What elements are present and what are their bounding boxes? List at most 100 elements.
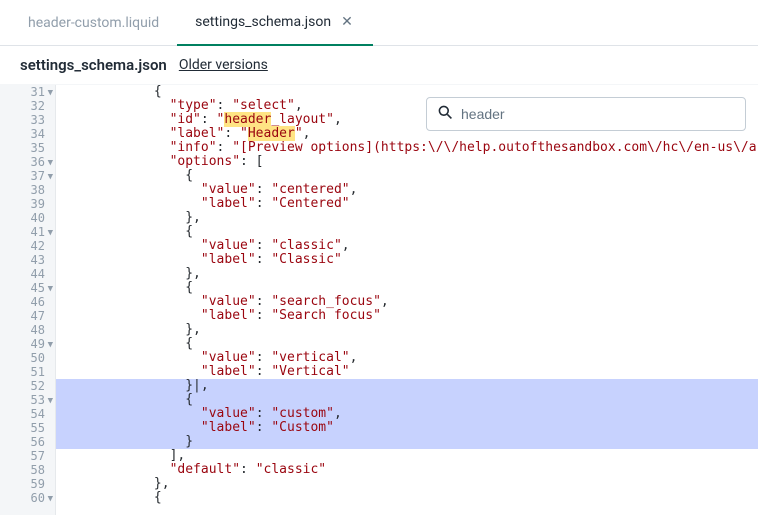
code-line[interactable]: "value": "centered", xyxy=(56,183,758,197)
gutter-line: 31▼ xyxy=(0,85,51,99)
older-versions-link[interactable]: Older versions xyxy=(179,57,268,73)
token: "id" xyxy=(170,112,201,127)
code-line[interactable]: { xyxy=(56,281,758,295)
code-line[interactable]: "value": "search_focus", xyxy=(56,295,758,309)
token: "classic" xyxy=(271,238,341,253)
token: "custom" xyxy=(271,406,334,421)
fold-marker-icon[interactable]: ▼ xyxy=(48,394,53,408)
token: : xyxy=(256,364,272,379)
token: "label" xyxy=(201,420,256,435)
token: { xyxy=(185,336,193,351)
code-line[interactable]: { xyxy=(56,491,758,505)
token: "search_focus" xyxy=(271,294,381,309)
fold-marker-icon[interactable]: ▼ xyxy=(48,86,53,100)
token: { xyxy=(154,85,162,99)
token: { xyxy=(185,392,193,407)
gutter-line: 38 xyxy=(0,183,51,197)
token: _layout" xyxy=(271,112,334,127)
search-input[interactable] xyxy=(461,106,735,122)
code-line[interactable]: }, xyxy=(56,477,758,491)
token: "value" xyxy=(201,406,256,421)
fold-marker-icon[interactable]: ▼ xyxy=(48,282,53,296)
token: }|, xyxy=(185,378,208,393)
editor-wrap: 31▼3233343536▼37▼38394041▼42434445▼46474… xyxy=(0,85,758,515)
token: { xyxy=(185,168,193,183)
token: "label" xyxy=(170,126,225,141)
gutter: 31▼3233343536▼37▼38394041▼42434445▼46474… xyxy=(0,85,56,515)
token: , xyxy=(350,182,358,197)
token: }, xyxy=(185,210,201,225)
close-icon[interactable]: ✕ xyxy=(339,14,355,30)
code-line[interactable]: "label": "Centered" xyxy=(56,197,758,211)
code-line[interactable]: "label": "Classic" xyxy=(56,253,758,267)
code-line[interactable]: "label": "Custom" xyxy=(56,421,758,435)
token: , xyxy=(342,238,350,253)
gutter-line: 43 xyxy=(0,253,51,267)
token: "label" xyxy=(201,364,256,379)
fold-marker-icon[interactable]: ▼ xyxy=(48,170,53,184)
token: : xyxy=(256,196,272,211)
token: "vertical" xyxy=(271,350,349,365)
code-line[interactable]: }, xyxy=(56,323,758,337)
token: , xyxy=(381,294,389,309)
code-line[interactable]: "value": "classic", xyxy=(56,239,758,253)
gutter-line: 51 xyxy=(0,365,51,379)
code-line[interactable]: }, xyxy=(56,267,758,281)
token: "[Preview options](https:\/\/help.outoft… xyxy=(232,140,756,155)
code-line[interactable]: { xyxy=(56,393,758,407)
code-line[interactable]: ], xyxy=(56,449,758,463)
file-title: settings_schema.json xyxy=(20,56,167,74)
gutter-line: 37▼ xyxy=(0,169,51,183)
token: : xyxy=(256,252,272,267)
tab-settings-schema[interactable]: settings_schema.json ✕ xyxy=(177,0,373,46)
code-line[interactable]: "info": "[Preview options](https:\/\/hel… xyxy=(56,141,758,155)
code-content[interactable]: { "type": "select", "id": "header_layout… xyxy=(56,85,758,515)
gutter-line: 45▼ xyxy=(0,281,51,295)
token: "Custom" xyxy=(271,420,334,435)
code-line[interactable]: } xyxy=(56,435,758,449)
fold-marker-icon[interactable]: ▼ xyxy=(48,226,53,240)
token: "Search focus" xyxy=(271,308,381,323)
code-line[interactable]: "value": "vertical", xyxy=(56,351,758,365)
code-line[interactable]: "default": "classic" xyxy=(56,463,758,477)
token: "default" xyxy=(170,462,240,477)
gutter-line: 44 xyxy=(0,267,51,281)
code-line[interactable]: { xyxy=(56,169,758,183)
gutter-line: 50 xyxy=(0,351,51,365)
code-line[interactable]: "value": "custom", xyxy=(56,407,758,421)
code-line[interactable]: { xyxy=(56,225,758,239)
tab-label: header-custom.liquid xyxy=(28,15,159,31)
code-line[interactable]: }, xyxy=(56,211,758,225)
token: , xyxy=(303,126,311,141)
token: { xyxy=(185,224,193,239)
token: }, xyxy=(185,266,201,281)
fold-marker-icon[interactable]: ▼ xyxy=(48,492,53,506)
gutter-line: 41▼ xyxy=(0,225,51,239)
token: }, xyxy=(154,476,170,491)
code-editor[interactable]: 31▼3233343536▼37▼38394041▼42434445▼46474… xyxy=(0,85,758,515)
token: "info" xyxy=(170,140,217,155)
code-line[interactable]: "label": "Search focus" xyxy=(56,309,758,323)
code-line[interactable]: "label": "Vertical" xyxy=(56,365,758,379)
tab-header-custom[interactable]: header-custom.liquid xyxy=(10,0,177,45)
token: "value" xyxy=(201,294,256,309)
code-line[interactable]: { xyxy=(56,337,758,351)
gutter-line: 33 xyxy=(0,113,51,127)
gutter-line: 49▼ xyxy=(0,337,51,351)
gutter-line: 47 xyxy=(0,309,51,323)
gutter-line: 35 xyxy=(0,141,51,155)
fold-marker-icon[interactable]: ▼ xyxy=(48,156,53,170)
file-header: settings_schema.json Older versions xyxy=(0,46,758,85)
token: header xyxy=(224,112,271,127)
code-line[interactable]: }|, xyxy=(56,379,758,393)
gutter-line: 39 xyxy=(0,197,51,211)
gutter-line: 46 xyxy=(0,295,51,309)
code-line[interactable]: "options": [ xyxy=(56,155,758,169)
gutter-line: 57 xyxy=(0,449,51,463)
token: "Vertical" xyxy=(271,364,349,379)
token: , xyxy=(295,98,303,113)
gutter-line: 42 xyxy=(0,239,51,253)
gutter-line: 58 xyxy=(0,463,51,477)
fold-marker-icon[interactable]: ▼ xyxy=(48,338,53,352)
token: "value" xyxy=(201,350,256,365)
